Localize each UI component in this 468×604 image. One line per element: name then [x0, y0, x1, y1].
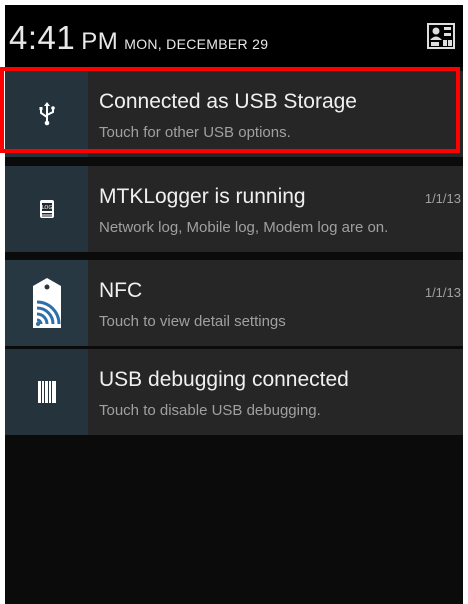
- notification-title: USB debugging connected: [99, 368, 349, 391]
- clock-time: 4:41: [9, 19, 76, 56]
- status-header: 4:41 PM MON, DECEMBER 29: [5, 5, 463, 67]
- usb-icon: [39, 102, 55, 126]
- notification-time: 1/1/13: [424, 285, 461, 300]
- svg-text:LOG: LOG: [41, 205, 52, 211]
- notification-time: 1/1/13: [424, 191, 461, 206]
- notification-subtitle: Touch for other USB options.: [99, 124, 291, 141]
- notification-icon-box: [5, 260, 88, 346]
- notification-usb-storage[interactable]: Connected as USB Storage Touch for other…: [5, 71, 463, 157]
- quick-settings-icon[interactable]: [427, 23, 455, 49]
- notification-icon-box: [5, 349, 88, 435]
- notification-subtitle: Touch to view detail settings: [99, 313, 286, 330]
- notification-subtitle: Network log, Mobile log, Modem log are o…: [99, 219, 389, 236]
- notification-icon-box: [5, 71, 88, 157]
- clock-date: MON, DECEMBER 29: [124, 36, 269, 52]
- notification-title: Connected as USB Storage: [99, 90, 357, 113]
- nfc-icon: [32, 278, 61, 328]
- clock-ampm: PM: [81, 28, 119, 55]
- notification-title: NFC: [99, 279, 143, 302]
- notification-usb-debugging[interactable]: USB debugging connected Touch to disable…: [5, 349, 463, 435]
- notification-subtitle: Touch to disable USB debugging.: [99, 402, 321, 419]
- notification-icon-box: LOG: [5, 166, 88, 252]
- usb-debugging-icon: [37, 381, 56, 403]
- notification-mtklogger[interactable]: LOG MTKLogger is running Network log, Mo…: [5, 166, 463, 252]
- clock: 4:41 PM MON, DECEMBER 29: [9, 19, 268, 57]
- notification-shade: 4:41 PM MON, DECEMBER 29 Connected as US…: [5, 5, 463, 604]
- log-icon: LOG: [39, 200, 54, 218]
- notification-nfc[interactable]: NFC Touch to view detail settings 1/1/13: [5, 260, 463, 346]
- notification-title: MTKLogger is running: [99, 185, 306, 208]
